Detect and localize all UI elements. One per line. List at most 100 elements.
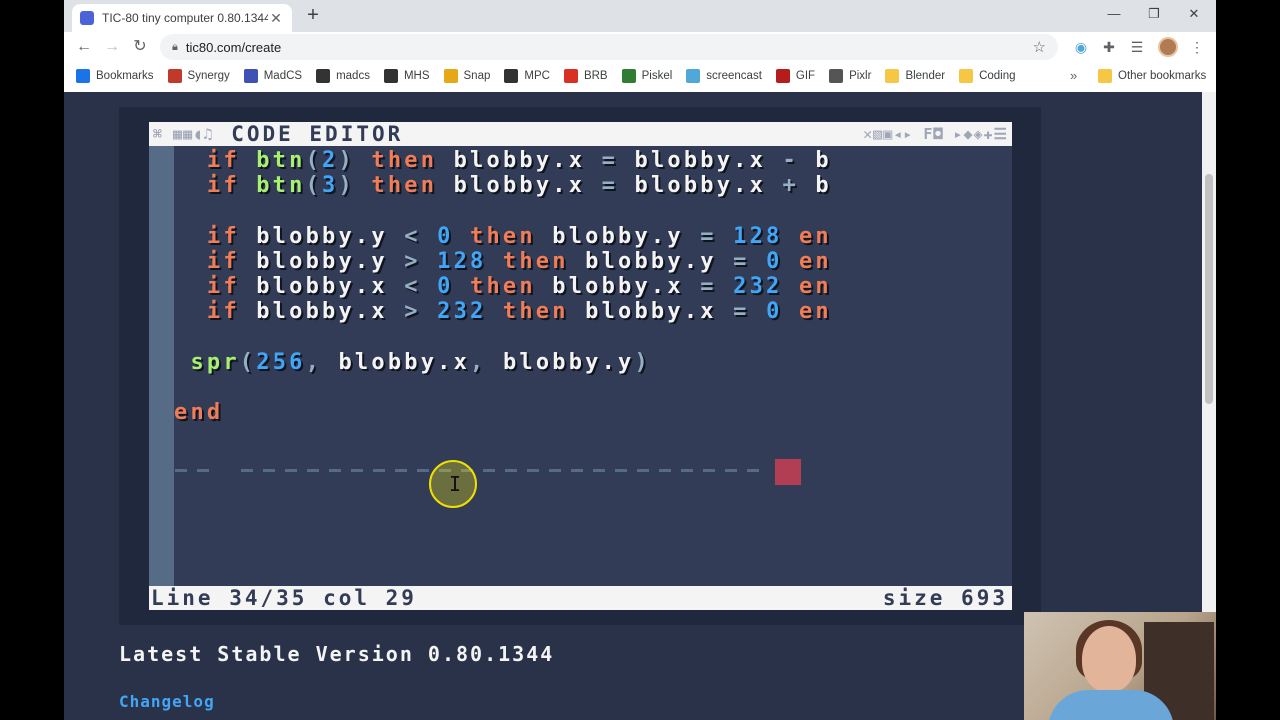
code-line: if blobby.x < 0 then blobby.x = 232 en: [174, 274, 1012, 299]
code-token: (: [305, 173, 323, 199]
bookmark-label: Snap: [463, 70, 491, 82]
back-icon[interactable]: ←: [70, 33, 98, 61]
tic80-screen[interactable]: ⌘ ▦▦◖♫ CODE EDITOR ✕▧▣◂▸ F◘ ▸◆◈✚☰ if btn…: [149, 122, 1012, 610]
code-token: en: [798, 299, 832, 325]
code-token: blobby.y: [585, 248, 734, 274]
dash-segment: [307, 469, 319, 472]
code-line: [174, 375, 1012, 400]
bookmark-mpc[interactable]: MPC: [504, 69, 550, 83]
code-token: spr: [190, 349, 240, 375]
profile-avatar[interactable]: [1158, 37, 1178, 57]
bookmark-screencast[interactable]: screencast: [686, 69, 762, 83]
code-token: 0: [766, 248, 799, 274]
restore-button[interactable]: ❐: [1134, 4, 1174, 26]
version-heading: Latest Stable Version 0.80.1344: [119, 642, 555, 666]
tab-close-icon[interactable]: ✕: [268, 10, 284, 27]
bookmark-blender[interactable]: Blender: [885, 69, 945, 83]
bookmark-label: screencast: [706, 70, 762, 82]
code-line: if blobby.y < 0 then blobby.y = 128 en: [174, 224, 1012, 249]
bookmark-coding[interactable]: Coding: [959, 69, 1016, 83]
code-token: then: [371, 173, 454, 199]
dash-segment: [263, 469, 275, 472]
editor-statusbar: Line 34/35 col 29 size 693: [149, 586, 1012, 610]
bookmark-synergy[interactable]: Synergy: [167, 69, 230, 83]
snap-icon: [443, 69, 458, 83]
bookmark-star-icon[interactable]: ☆: [1033, 38, 1046, 56]
dash-segment: [571, 469, 583, 472]
code-token: blobby.x: [453, 173, 602, 199]
screencast-extension-icon[interactable]: ◉: [1068, 32, 1094, 62]
code-token: =: [733, 248, 767, 274]
code-token: if: [206, 223, 257, 249]
browser-toolbar: ← → ↻ 🔒︎ tic80.com/create ☆ ◉ ✚ ☰ ⋮: [64, 32, 1216, 62]
bookmarks-bar: Bookmarks Synergy MadCS madcs MHS Snap MPC BRB P…: [64, 62, 1216, 90]
reading-list-icon[interactable]: ☰: [1124, 32, 1150, 62]
bookmark-gif[interactable]: GIF: [775, 69, 816, 83]
size-status: size 693: [882, 586, 1008, 610]
reload-icon[interactable]: ↻: [126, 33, 154, 61]
bookmark-label: Synergy: [187, 70, 230, 82]
minimize-button[interactable]: —: [1094, 4, 1134, 26]
code-token: blobby.y: [256, 248, 405, 274]
code-token: =: [700, 273, 734, 299]
dash-segment: [241, 469, 253, 472]
dash-segment: [549, 469, 561, 472]
bookmark-snap[interactable]: Snap: [443, 69, 491, 83]
editor-mode-icons[interactable]: ⌘ ▦▦◖♫: [153, 125, 213, 143]
close-window-button[interactable]: ✕: [1174, 4, 1214, 26]
code-token: then: [502, 248, 586, 274]
code-token: btn: [256, 173, 306, 199]
bookmark-madcs[interactable]: madcs: [316, 69, 370, 83]
code-token: 232: [437, 299, 503, 325]
dash-segment: [417, 469, 429, 472]
code-token: 0: [437, 273, 471, 299]
code-token: if: [206, 248, 257, 274]
synergy-icon: [167, 69, 182, 83]
code-token: btn: [256, 148, 306, 173]
new-tab-button[interactable]: +: [300, 5, 326, 27]
dash-segment: [329, 469, 341, 472]
other-bookmarks[interactable]: Other bookmarks: [1098, 62, 1206, 90]
folder-icon: [885, 69, 900, 83]
bookmark-madcs[interactable]: MadCS: [243, 69, 302, 83]
scrollbar-thumb[interactable]: [1205, 174, 1213, 404]
code-token: <: [404, 273, 438, 299]
bookmark-brb[interactable]: BRB: [563, 69, 608, 83]
wix-icon: [316, 69, 331, 83]
folder-icon: [959, 69, 974, 83]
bookmark-mhs[interactable]: MHS: [383, 69, 430, 83]
bookmark-pixlr[interactable]: Pixlr: [829, 69, 871, 83]
menu-kebab-icon[interactable]: ⋮: [1184, 32, 1210, 62]
browser-tab[interactable]: TIC-80 tiny computer 0.80.1344 | ✕: [72, 4, 292, 32]
code-area[interactable]: if btn(2) then blobby.x = blobby.x - b i…: [174, 148, 1012, 425]
dash-segment: [527, 469, 539, 472]
code-token: if: [206, 299, 257, 325]
gif-icon: [775, 69, 790, 83]
dash-segment: [483, 469, 495, 472]
code-token: =: [733, 299, 767, 325]
bookmarks-overflow-icon[interactable]: »: [1070, 62, 1077, 90]
extensions-icon[interactable]: ✚: [1096, 32, 1122, 62]
code-token: en: [798, 273, 832, 299]
dash-segment: [725, 469, 737, 472]
editor-tool-icons[interactable]: ✕▧▣◂▸ F◘ ▸◆◈✚☰: [863, 125, 1008, 143]
bookmark-piskel[interactable]: Piskel: [621, 69, 672, 83]
address-bar[interactable]: 🔒︎ tic80.com/create ☆: [160, 34, 1058, 60]
code-token: blobby.x: [585, 299, 734, 325]
code-token: blobby.x: [338, 349, 471, 375]
code-token: (: [239, 349, 257, 375]
bookmark-bookmarks[interactable]: Bookmarks: [76, 69, 154, 83]
editor-toolbar: ⌘ ▦▦◖♫ CODE EDITOR ✕▧▣◂▸ F◘ ▸◆◈✚☰: [149, 122, 1012, 146]
forward-icon[interactable]: →: [98, 33, 126, 61]
changelog-link[interactable]: Changelog: [119, 692, 215, 711]
code-token: then: [371, 148, 454, 173]
presenter-face: [1082, 626, 1136, 692]
code-token: blobby.y: [256, 223, 405, 249]
bookmark-label: GIF: [795, 70, 816, 82]
code-token: then: [502, 299, 586, 325]
